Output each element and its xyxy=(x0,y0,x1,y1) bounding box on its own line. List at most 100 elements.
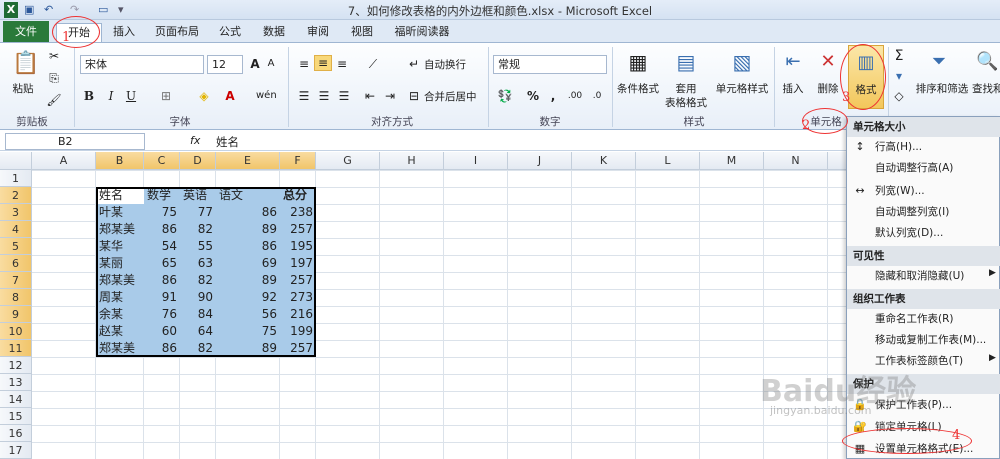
orientation-icon[interactable]: ⟋ xyxy=(364,57,382,71)
table-cell[interactable]: 86 xyxy=(219,204,277,220)
table-cell[interactable]: 86 xyxy=(147,221,177,237)
number-format-select[interactable]: 常规 xyxy=(493,55,607,74)
row-header[interactable]: 12 xyxy=(0,357,32,374)
table-cell[interactable]: 92 xyxy=(219,289,277,305)
table-cell[interactable]: 周某 xyxy=(99,289,141,305)
tab-data[interactable]: 数据 xyxy=(254,23,294,42)
table-cell[interactable]: 76 xyxy=(147,306,177,322)
menu-item-hide-unhide[interactable]: 隐藏和取消隐藏(U) xyxy=(875,267,999,285)
menu-item-format-cells[interactable]: 设置单元格格式(E)... xyxy=(875,440,999,458)
table-cell[interactable]: 89 xyxy=(219,340,277,356)
decrease-indent-icon[interactable]: ⇤ xyxy=(362,89,378,103)
paste-button[interactable]: 粘贴 xyxy=(6,81,40,96)
cut-icon[interactable]: ✂ xyxy=(46,49,62,63)
align-bottom-icon[interactable]: ≡ xyxy=(334,57,350,71)
table-cell[interactable]: 257 xyxy=(283,340,313,356)
increase-indent-icon[interactable]: ⇥ xyxy=(382,89,398,103)
table-cell[interactable]: 63 xyxy=(183,255,213,271)
tab-foxit[interactable]: 福昕阅读器 xyxy=(386,23,458,42)
column-header[interactable]: G xyxy=(316,152,380,170)
fill-color-icon[interactable]: ◈ xyxy=(196,89,212,103)
column-header[interactable]: K xyxy=(572,152,636,170)
fx-icon[interactable]: fx xyxy=(190,134,200,147)
sort-filter-button[interactable]: 排序和筛选 xyxy=(914,81,970,96)
insert-cells-button[interactable]: 插入 xyxy=(776,81,810,96)
tab-file[interactable]: 文件 xyxy=(3,21,49,42)
format-as-table-button-line2[interactable]: 表格格式 xyxy=(660,95,712,110)
align-center-icon[interactable]: ☰ xyxy=(316,89,332,103)
increase-decimal-icon[interactable]: .00 xyxy=(566,89,584,103)
find-select-icon[interactable]: 🔍 xyxy=(976,47,998,77)
underline-button[interactable]: U xyxy=(124,89,138,103)
table-cell[interactable]: 郑某美 xyxy=(99,272,141,288)
row-header[interactable]: 11 xyxy=(0,340,32,357)
table-cell[interactable]: 273 xyxy=(283,289,313,305)
menu-item-autofit-row[interactable]: 自动调整行高(A) xyxy=(875,159,999,177)
table-cell[interactable]: 60 xyxy=(147,323,177,339)
row-header[interactable]: 9 xyxy=(0,306,32,323)
format-painter-icon[interactable]: 🖌 xyxy=(46,93,62,107)
tab-view[interactable]: 视图 xyxy=(342,23,382,42)
tab-review[interactable]: 审阅 xyxy=(298,23,338,42)
table-cell[interactable]: 199 xyxy=(283,323,313,339)
grow-font-icon[interactable]: A xyxy=(248,57,262,71)
table-cell[interactable]: 216 xyxy=(283,306,313,322)
wrap-text-icon[interactable]: ↵ xyxy=(406,57,422,71)
row-header[interactable]: 15 xyxy=(0,408,32,425)
menu-item-rename-sheet[interactable]: 重命名工作表(R) xyxy=(875,310,999,328)
tab-insert[interactable]: 插入 xyxy=(104,23,144,42)
table-cell[interactable]: 郑某美 xyxy=(99,340,141,356)
table-cell[interactable]: 84 xyxy=(183,306,213,322)
wrap-text-button[interactable]: 自动换行 xyxy=(424,57,466,72)
delete-cells-button[interactable]: 删除 xyxy=(811,81,845,96)
tab-home[interactable]: 开始 xyxy=(56,23,102,43)
table-cell[interactable]: 86 xyxy=(219,238,277,254)
table-cell[interactable]: 姓名 xyxy=(99,187,141,203)
table-cell[interactable]: 69 xyxy=(219,255,277,271)
table-cell[interactable]: 某丽 xyxy=(99,255,141,271)
table-cell[interactable]: 257 xyxy=(283,272,313,288)
row-header[interactable]: 7 xyxy=(0,272,32,289)
table-cell[interactable]: 86 xyxy=(147,272,177,288)
table-cell[interactable]: 65 xyxy=(147,255,177,271)
currency-icon[interactable]: 💱 xyxy=(496,89,514,103)
table-cell[interactable]: 英语 xyxy=(183,187,213,203)
cell-styles-icon[interactable]: ▧ xyxy=(726,47,758,77)
column-header[interactable]: H xyxy=(380,152,444,170)
copy-icon[interactable]: ⎘ xyxy=(46,71,62,85)
border-icon[interactable]: ⊞ xyxy=(158,89,174,103)
table-cell[interactable]: 238 xyxy=(283,204,313,220)
merge-center-icon[interactable]: ⊟ xyxy=(406,89,422,103)
table-cell[interactable]: 89 xyxy=(219,272,277,288)
row-header[interactable]: 16 xyxy=(0,425,32,442)
menu-item-row-height[interactable]: 行高(H)... xyxy=(875,138,999,156)
delete-cells-icon[interactable]: ✕ xyxy=(815,47,841,77)
column-header[interactable]: C xyxy=(144,152,180,170)
sort-filter-icon[interactable]: ⏷ xyxy=(926,47,952,77)
row-header[interactable]: 2 xyxy=(0,187,32,204)
table-cell[interactable]: 郑某美 xyxy=(99,221,141,237)
clear-icon[interactable]: ◇ xyxy=(892,89,906,103)
percent-button[interactable]: % xyxy=(526,89,540,103)
align-right-icon[interactable]: ☰ xyxy=(336,89,352,103)
menu-item-autofit-column[interactable]: 自动调整列宽(I) xyxy=(875,203,999,221)
bold-button[interactable]: B xyxy=(82,89,96,103)
table-cell[interactable]: 64 xyxy=(183,323,213,339)
table-cell[interactable]: 叶某 xyxy=(99,204,141,220)
table-cell[interactable]: 77 xyxy=(183,204,213,220)
table-cell[interactable]: 75 xyxy=(219,323,277,339)
column-header[interactable]: N xyxy=(764,152,828,170)
conditional-format-button[interactable]: 条件格式 xyxy=(614,81,662,96)
column-header[interactable]: L xyxy=(636,152,700,170)
cell-styles-button[interactable]: 单元格样式 xyxy=(712,81,772,96)
table-cell[interactable]: 赵某 xyxy=(99,323,141,339)
tab-formulas[interactable]: 公式 xyxy=(210,23,250,42)
table-cell[interactable]: 86 xyxy=(147,340,177,356)
row-header[interactable]: 1 xyxy=(0,170,32,187)
table-cell[interactable]: 82 xyxy=(183,221,213,237)
menu-item-column-width[interactable]: 列宽(W)... xyxy=(875,182,999,200)
font-size-select[interactable]: 12 xyxy=(207,55,243,74)
table-cell[interactable]: 某华 xyxy=(99,238,141,254)
row-header[interactable]: 13 xyxy=(0,374,32,391)
column-header[interactable]: D xyxy=(180,152,216,170)
